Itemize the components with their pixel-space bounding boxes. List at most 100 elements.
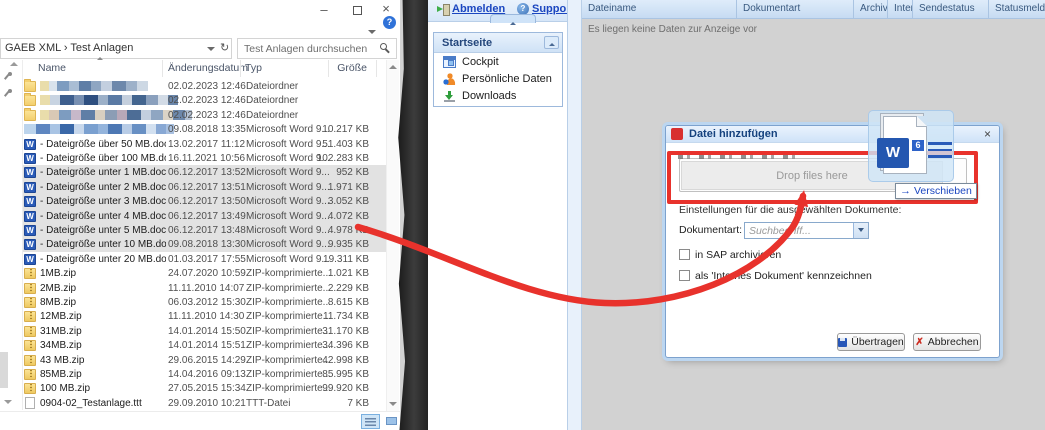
explorer-window: – × ? GAEB XML › Test Anlagen ↻ Test Anl… [0,0,400,430]
panel-collapse-button[interactable] [544,36,559,49]
file-row[interactable]: 12MB.zip11.11.2010 14:30ZIP-komprimierte… [22,309,386,323]
list-scrollbar[interactable] [386,60,399,411]
file-size: 10.217 KB [302,124,369,135]
column-header-intern[interactable]: Intern [888,0,913,19]
column-header-sendestatus[interactable]: Sendestatus [913,0,989,19]
splitter[interactable] [567,0,582,430]
column-divider[interactable] [376,60,377,77]
details-view-button[interactable] [361,414,380,429]
nav-scroll-down-icon[interactable] [4,400,12,404]
scroll-down-icon[interactable] [389,402,397,406]
file-row[interactable]: - Dateigröße über 50 MB.doc13.02.2017 11… [22,137,386,151]
panel-collapse-handle[interactable] [490,14,536,23]
file-row[interactable]: 02.02.2023 12:46Dateiordner [22,108,386,122]
column-header-dateiname[interactable]: Dateiname [582,0,737,19]
file-size: 34.396 KB [302,340,369,351]
file-size: 4.978 KB [302,225,369,236]
file-name: - Dateigröße unter 2 MB.doc [40,182,166,193]
file-row[interactable]: 09.08.2018 13:35Microsoft Word 9...10.21… [22,122,386,136]
zip-file-icon [24,340,36,351]
download-icon [443,90,456,102]
file-date: 24.07.2020 10:59 [168,268,246,279]
checkbox[interactable] [679,270,690,281]
file-row[interactable]: - Dateigröße unter 2 MB.doc06.12.2017 13… [22,180,386,194]
file-row[interactable]: - Dateigröße unter 10 MB.doc09.08.2018 1… [22,237,386,251]
nav-scrollbar-thumb[interactable] [0,352,8,388]
file-row[interactable]: 0904-02_Testanlage.ttt29.09.2010 10:21TT… [22,396,386,410]
file-row[interactable]: - Dateigröße unter 5 MB.doc06.12.2017 13… [22,223,386,237]
file-name: 31MB.zip [40,326,166,337]
file-size: 9.935 KB [302,239,369,250]
file-date: 02.02.2023 12:46 [168,95,246,106]
column-header-statusmeldung[interactable]: Statusmeldung [989,0,1045,19]
column-divider[interactable] [240,60,241,77]
column-header-dokumentart[interactable]: Dokumentart [737,0,854,19]
column-header-type[interactable]: Typ [245,62,262,74]
combobox-dropdown-button[interactable] [853,223,868,238]
scroll-up-icon[interactable] [389,65,397,69]
file-row[interactable]: 1MB.zip24.07.2020 10:59ZIP-komprimierte.… [22,266,386,280]
file-size: 85.995 KB [302,369,369,380]
file-name: 8MB.zip [40,297,166,308]
file-row[interactable]: 31MB.zip14.01.2014 15:50ZIP-komprimierte… [22,324,386,338]
file-date: 06.12.2017 13:48 [168,225,246,236]
address-dropdown-icon[interactable] [207,47,215,51]
file-row[interactable]: 100 MB.zip27.05.2015 15:34ZIP-komprimier… [22,381,386,395]
nav-pane-divider [22,60,23,410]
page-file-icon [25,397,35,409]
file-size: 952 KB [302,167,369,178]
file-row[interactable]: 2MB.zip11.11.2010 14:07ZIP-komprimierte.… [22,281,386,295]
file-date: 02.02.2023 12:46 [168,110,246,121]
dialog-close-button[interactable]: × [984,127,991,141]
minimize-button[interactable]: – [316,2,332,18]
column-header-size[interactable]: Größe [330,62,367,74]
checkbox[interactable] [679,249,690,260]
startseite-panel: Startseite CockpitPersönliche DatenDownl… [433,32,563,107]
file-row[interactable]: 8MB.zip06.03.2012 15:30ZIP-komprimierte.… [22,295,386,309]
ribbon-collapse-icon[interactable] [368,21,376,39]
uebertragen-button[interactable]: Übertragen [837,333,905,351]
pin-icon[interactable] [2,89,14,101]
address-bar[interactable]: GAEB XML › Test Anlagen ↻ [0,38,232,59]
nav-item-person[interactable]: Persönliche Daten [434,70,562,87]
column-divider[interactable] [328,60,329,77]
refresh-icon[interactable]: ↻ [220,41,229,54]
file-date: 09.08.2018 13:35 [168,124,246,135]
list-column-headers: Name Änderungsdatum Typ Größe [0,60,386,78]
pin-icon[interactable] [2,72,14,84]
nav-item-cockpit[interactable]: Cockpit [434,53,562,70]
dokumentart-combobox[interactable]: Suchbegriff... [744,222,869,239]
file-date: 29.09.2010 10:21 [168,398,246,409]
file-date: 06.12.2017 13:50 [168,196,246,207]
file-row[interactable]: - Dateigröße unter 3 MB.doc06.12.2017 13… [22,194,386,208]
file-row[interactable]: - Dateigröße über 100 MB.doc16.11.2021 1… [22,151,386,165]
maximize-button[interactable] [353,6,362,15]
column-header-name[interactable]: Name [38,62,66,74]
folder-file-icon [24,81,36,92]
help-button[interactable]: ? [383,16,396,29]
file-row[interactable]: 85MB.zip14.04.2016 09:13ZIP-komprimierte… [22,367,386,381]
nav-item-download[interactable]: Downloads [434,87,562,104]
nav-item-label: Downloads [462,90,516,102]
close-button[interactable]: × [378,1,394,17]
file-row[interactable]: 34MB.zip14.01.2014 15:51ZIP-komprimierte… [22,338,386,352]
file-row[interactable]: - Dateigröße unter 1 MB.doc06.12.2017 13… [22,165,386,179]
column-header-date[interactable]: Änderungsdatum [168,62,248,74]
file-row[interactable]: 02.02.2023 12:46Dateiordner [22,93,386,107]
file-size: 1.971 KB [302,182,369,193]
column-divider[interactable] [162,60,163,77]
thumbnails-view-button[interactable] [383,414,402,429]
search-icon[interactable] [380,43,387,50]
file-row[interactable]: 02.02.2023 12:46Dateiordner [22,79,386,93]
nav-scroll-up-icon[interactable] [10,62,18,66]
file-row[interactable]: - Dateigröße unter 20 MB.doc01.03.2017 1… [22,252,386,266]
breadcrumb[interactable]: GAEB XML › Test Anlagen [5,42,133,54]
dialog-buttons: Übertragen ✗Abbrechen [666,333,993,353]
abbrechen-button[interactable]: ✗Abbrechen [913,333,981,351]
file-row[interactable]: - Dateigröße unter 4 MB.doc06.12.2017 13… [22,209,386,223]
file-row[interactable]: 43 MB.zip29.06.2015 14:29ZIP-komprimiert… [22,353,386,367]
search-box[interactable]: Test Anlagen durchsuchen [237,38,397,59]
details-view-icon [365,418,376,426]
column-header-archiv[interactable]: Archiv.- [854,0,888,19]
screenshot-canvas: – × ? GAEB XML › Test Anlagen ↻ Test Anl… [0,0,1045,430]
